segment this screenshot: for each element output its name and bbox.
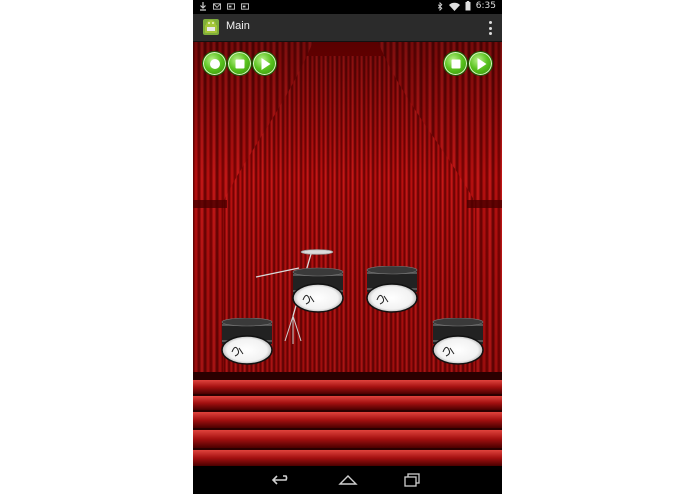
stop-icon <box>235 59 244 68</box>
gmail-icon <box>213 3 221 10</box>
android-icon[interactable] <box>201 17 221 37</box>
action-bar: Main <box>193 14 502 42</box>
overflow-menu-icon[interactable] <box>488 21 492 35</box>
back-icon[interactable] <box>271 473 293 487</box>
stop-icon <box>451 59 460 68</box>
download-icon <box>200 2 206 11</box>
status-bar: 6:35 <box>193 0 502 14</box>
stage-area <box>193 42 502 466</box>
bluetooth-icon <box>437 1 443 11</box>
home-icon[interactable] <box>337 473 359 487</box>
theater-seats <box>193 380 502 466</box>
battery-icon <box>465 1 471 11</box>
drum-center-right[interactable] <box>365 266 419 318</box>
stop-button-right[interactable] <box>443 51 468 76</box>
play-button[interactable] <box>252 51 277 76</box>
record-icon <box>209 58 220 69</box>
phone-screen: 6:35 Main <box>193 0 502 494</box>
play-button-right[interactable] <box>468 51 493 76</box>
clock: 6:35 <box>475 1 496 11</box>
wifi-icon <box>448 2 460 11</box>
record-button[interactable] <box>202 51 227 76</box>
stop-button[interactable] <box>227 51 252 76</box>
navigation-bar <box>193 466 502 494</box>
recent-apps-icon[interactable] <box>403 473 425 487</box>
page-title: Main <box>226 20 250 32</box>
play-icon <box>261 57 270 70</box>
drum-bottom-left[interactable] <box>220 318 274 370</box>
drum-bottom-right[interactable] <box>431 318 485 370</box>
photos-icon <box>227 3 235 10</box>
play-icon <box>477 57 486 70</box>
photos-icon <box>241 3 249 10</box>
